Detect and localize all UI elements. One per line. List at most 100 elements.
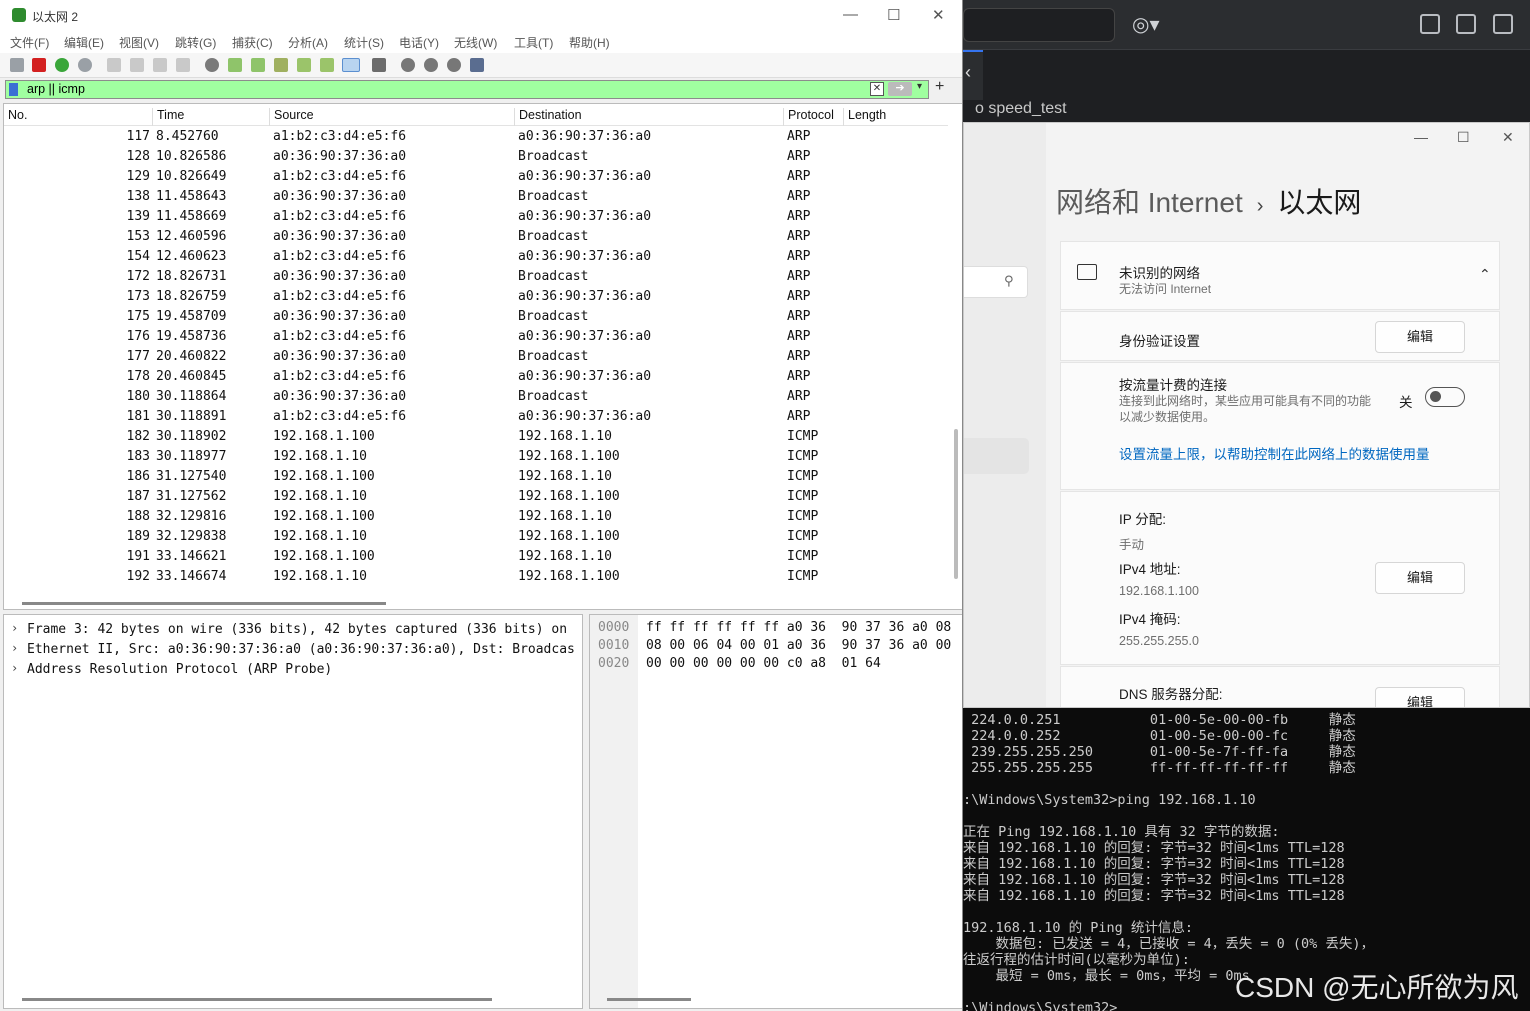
menu-item[interactable]: 工具(T) <box>514 34 553 51</box>
maximize-icon[interactable]: ☐ <box>887 6 900 24</box>
restart-capture-icon[interactable] <box>55 58 69 72</box>
reload-file-icon[interactable] <box>176 58 190 72</box>
first-packet-icon[interactable] <box>297 58 311 72</box>
table-row[interactable]: 192 33.146674 192.168.1.10 192.168.1.100 ICM… <box>4 566 948 586</box>
start-capture-icon[interactable] <box>10 58 24 72</box>
bytes-scrollbar[interactable] <box>607 998 691 1001</box>
table-row[interactable]: 188 32.129816 192.168.1.100 192.168.1.10 ICM… <box>4 506 948 526</box>
table-row[interactable]: 180 30.118864 a0:36:90:37:36:a0 Broadcast AR… <box>4 386 948 406</box>
bookmark-icon[interactable] <box>9 83 18 96</box>
table-row[interactable]: 191 33.146621 192.168.1.100 192.168.1.10 ICM… <box>4 546 948 566</box>
table-row[interactable]: 189 32.129838 192.168.1.10 192.168.1.100 ICM… <box>4 526 948 546</box>
auth-edit-button[interactable]: 编辑 <box>1375 321 1465 353</box>
table-row[interactable]: 153 12.460596 a0:36:90:37:36:a0 Broadcast AR… <box>4 226 948 246</box>
menu-item[interactable]: 分析(A) <box>288 34 328 51</box>
layout-icon[interactable] <box>1420 14 1440 34</box>
close-icon[interactable]: ✕ <box>932 6 945 24</box>
col-destination[interactable]: Destination <box>514 108 582 126</box>
copilot-icon[interactable]: ◎▾ <box>1132 12 1160 37</box>
menu-item[interactable]: 文件(F) <box>10 34 49 51</box>
menu-item[interactable]: 编辑(E) <box>64 34 104 51</box>
go-back-icon[interactable] <box>228 58 242 72</box>
menu-item[interactable]: 无线(W) <box>454 34 497 51</box>
col-no[interactable]: No. <box>4 108 27 126</box>
minimize-icon[interactable]: — <box>1414 129 1428 145</box>
colorize-icon[interactable] <box>372 58 386 72</box>
autoscroll-icon[interactable] <box>342 58 360 72</box>
bytes-hex[interactable]: 00 00 00 00 00 00 c0 a8 01 64 <box>646 656 881 671</box>
table-row[interactable]: 182 30.118902 192.168.1.100 192.168.1.10 ICM… <box>4 426 948 446</box>
metered-toggle[interactable] <box>1425 387 1465 407</box>
panel-toggle-icon[interactable] <box>1493 14 1513 34</box>
maximize-icon[interactable]: ☐ <box>1457 129 1470 146</box>
col-protocol[interactable]: Protocol <box>783 108 834 126</box>
breadcrumb-parent[interactable]: 网络和 Internet <box>1056 187 1243 218</box>
settings-nav-selected[interactable] <box>964 438 1029 474</box>
apply-filter-icon[interactable]: ➔ <box>888 82 912 96</box>
network-card[interactable]: 未识别的网络 无法访问 Internet ⌃ <box>1060 241 1500 310</box>
table-row[interactable]: 176 19.458736 a1:b2:c3:d4:e5:f6 a0:36:90:37… <box>4 326 948 346</box>
display-filter-input[interactable]: arp || icmp <box>5 80 929 99</box>
detail-row[interactable]: › Frame 3: 42 bytes on wire (336 bits), 4… <box>4 619 582 639</box>
bytes-hex[interactable]: 08 00 06 04 00 01 a0 36 90 37 36 a0 00 <box>646 638 951 653</box>
table-row[interactable]: 138 11.458643 a0:36:90:37:36:a0 Broadcast AR… <box>4 186 948 206</box>
menu-item[interactable]: 统计(S) <box>344 34 384 51</box>
menu-item[interactable]: 视图(V) <box>119 34 159 51</box>
details-scrollbar[interactable] <box>22 998 492 1001</box>
find-packet-icon[interactable] <box>205 58 219 72</box>
save-file-icon[interactable] <box>130 58 144 72</box>
table-row[interactable]: 129 10.826649 a1:b2:c3:d4:e5:f6 a0:36:90:37… <box>4 166 948 186</box>
chevron-left-icon[interactable]: ‹ <box>963 50 983 100</box>
col-time[interactable]: Time <box>152 108 184 126</box>
ip-edit-button[interactable]: 编辑 <box>1375 562 1465 594</box>
go-to-packet-icon[interactable] <box>274 58 288 72</box>
menu-item[interactable]: 电话(Y) <box>399 34 439 51</box>
table-row[interactable]: 183 30.118977 192.168.1.10 192.168.1.100 ICM… <box>4 446 948 466</box>
go-forward-icon[interactable] <box>251 58 265 72</box>
resize-columns-icon[interactable] <box>470 58 484 72</box>
table-row[interactable]: 181 30.118891 a1:b2:c3:d4:e5:f6 a0:36:90:37… <box>4 406 948 426</box>
filter-dropdown-icon[interactable]: ▾ <box>917 81 922 92</box>
table-row[interactable]: 117 8.452760 a1:b2:c3:d4:e5:f6 a0:36:90:37:… <box>4 126 948 146</box>
table-row[interactable]: 187 31.127562 192.168.1.10 192.168.1.100 ICM… <box>4 486 948 506</box>
background-search-box[interactable] <box>963 8 1115 42</box>
table-row[interactable]: 175 19.458709 a0:36:90:37:36:a0 Broadcast AR… <box>4 306 948 326</box>
minimize-icon[interactable]: — <box>843 6 858 23</box>
capture-options-icon[interactable] <box>78 58 92 72</box>
chevron-right-icon[interactable]: › <box>11 641 18 655</box>
packet-list[interactable]: No. Time Source Destination Protocol Len… <box>3 103 962 610</box>
sidebar-toggle-icon[interactable] <box>1456 14 1476 34</box>
zoom-out-icon[interactable] <box>424 58 438 72</box>
detail-row[interactable]: › Ethernet II, Src: a0:36:90:37:36:a0 (a0… <box>4 639 582 659</box>
chevron-right-icon[interactable]: › <box>11 621 18 635</box>
horizontal-scrollbar[interactable] <box>22 602 386 605</box>
settings-search-icon[interactable]: ⚲ <box>964 266 1028 298</box>
dns-edit-button[interactable]: 编辑 <box>1375 687 1465 707</box>
col-length[interactable]: Length <box>843 108 886 126</box>
clear-filter-icon[interactable]: ✕ <box>870 82 884 96</box>
stop-capture-icon[interactable] <box>32 58 46 72</box>
menu-item[interactable]: 帮助(H) <box>569 34 610 51</box>
table-row[interactable]: 154 12.460623 a1:b2:c3:d4:e5:f6 a0:36:90:37… <box>4 246 948 266</box>
table-row[interactable]: 128 10.826586 a0:36:90:37:36:a0 Broadcast AR… <box>4 146 948 166</box>
table-row[interactable]: 172 18.826731 a0:36:90:37:36:a0 Broadcast AR… <box>4 266 948 286</box>
col-source[interactable]: Source <box>269 108 314 126</box>
menu-item[interactable]: 跳转(G) <box>175 34 216 51</box>
add-filter-icon[interactable]: + <box>935 78 944 96</box>
table-row[interactable]: 173 18.826759 a1:b2:c3:d4:e5:f6 a0:36:90:37… <box>4 286 948 306</box>
packet-bytes[interactable]: 0000 ff ff ff ff ff ff a0 36 90 37 36 a0 … <box>589 614 962 1009</box>
table-row[interactable]: 178 20.460845 a1:b2:c3:d4:e5:f6 a0:36:90:37… <box>4 366 948 386</box>
zoom-reset-icon[interactable] <box>447 58 461 72</box>
close-file-icon[interactable] <box>153 58 167 72</box>
table-row[interactable]: 139 11.458669 a1:b2:c3:d4:e5:f6 a0:36:90:37… <box>4 206 948 226</box>
vertical-scrollbar[interactable] <box>954 429 958 579</box>
open-file-icon[interactable] <box>107 58 121 72</box>
bytes-hex[interactable]: ff ff ff ff ff ff a0 36 90 37 36 a0 08 <box>646 620 951 635</box>
chevron-up-icon[interactable]: ⌃ <box>1479 266 1491 283</box>
menu-item[interactable]: 捕获(C) <box>232 34 273 51</box>
close-icon[interactable]: ✕ <box>1502 129 1514 146</box>
data-limit-link[interactable]: 设置流量上限，以帮助控制在此网络上的数据使用量 <box>1119 443 1430 463</box>
table-row[interactable]: 177 20.460822 a0:36:90:37:36:a0 Broadcast AR… <box>4 346 948 366</box>
zoom-in-icon[interactable] <box>401 58 415 72</box>
last-packet-icon[interactable] <box>320 58 334 72</box>
